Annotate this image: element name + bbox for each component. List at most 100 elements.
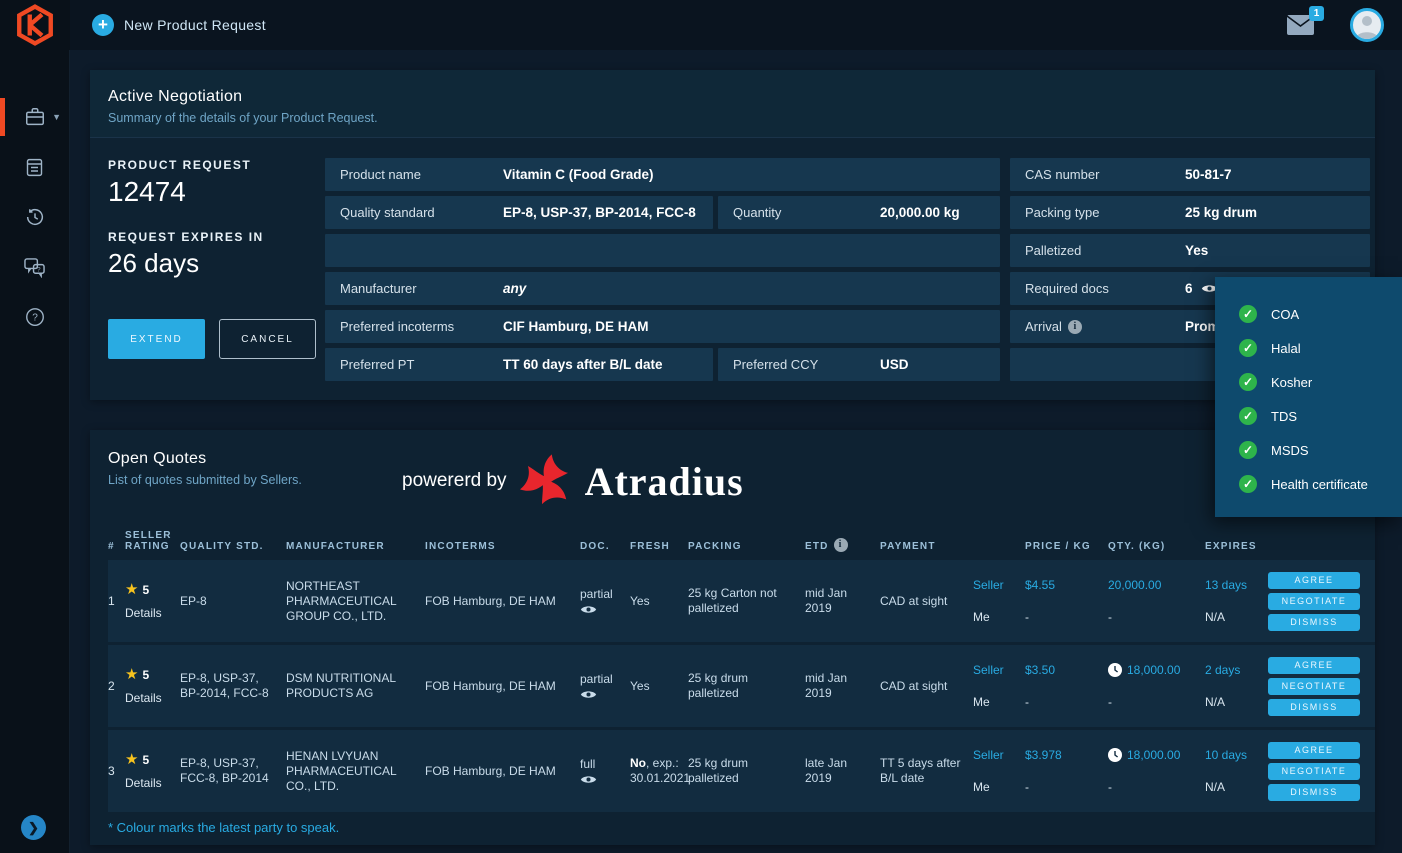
- sidebar-item-orders[interactable]: [0, 142, 69, 192]
- clock-icon: [1108, 663, 1122, 677]
- field-preferred-pt: Preferred PT TT 60 days after B/L date: [325, 348, 713, 381]
- kemiex-hexagon-k-icon: [17, 4, 53, 46]
- field-empty-row: [325, 234, 1000, 267]
- details-link[interactable]: Details: [125, 776, 172, 791]
- seller-rating: ★ 5: [125, 666, 172, 685]
- field-manufacturer: Manufacturer any: [325, 272, 1000, 305]
- quotes-table-header: # SELLER RATING QUALITY STD. MANUFACTURE…: [108, 530, 1375, 560]
- dismiss-button[interactable]: DISMISS: [1268, 783, 1360, 801]
- quote-row: 2 ★ 5 Details EP-8, USP-37, BP-2014, FCC…: [108, 645, 1375, 727]
- col-manufacturer: MANUFACTURER: [286, 541, 385, 552]
- main-content: Active Negotiation Summary of the detail…: [70, 50, 1402, 853]
- rating-value: 5: [142, 668, 150, 682]
- col-seller-rating: SELLER RATING: [125, 530, 172, 552]
- messages-button[interactable]: 1: [1287, 6, 1324, 35]
- field-value: 50-81-7: [1185, 167, 1232, 182]
- incoterms: FOB Hamburg, DE HAM: [425, 678, 556, 693]
- field-value: EP-8, USP-37, BP-2014, FCC-8: [503, 205, 696, 220]
- sidebar-item-help[interactable]: ?: [0, 292, 69, 342]
- seller-price: $4.55: [1025, 577, 1056, 592]
- col-expires: EXPIRES: [1205, 541, 1257, 552]
- user-avatar[interactable]: [1350, 8, 1384, 42]
- fresh-bold: No: [630, 756, 646, 770]
- extend-button[interactable]: EXTEND: [108, 319, 205, 359]
- cancel-button[interactable]: CANCEL: [219, 319, 316, 359]
- quote-row: 1 ★ 5 Details EP-8 NORTHEAST PHARMACEUTI…: [108, 560, 1375, 642]
- field-palletized: Palletized Yes: [1010, 234, 1370, 267]
- doc-item: ✓ Kosher: [1239, 365, 1402, 399]
- sidebar-item-history[interactable]: [0, 192, 69, 242]
- person-icon: [1356, 16, 1378, 39]
- me-qty: -: [1108, 779, 1112, 794]
- negotiate-button[interactable]: NEGOTIATE: [1268, 592, 1360, 610]
- new-product-request-button[interactable]: + New Product Request: [92, 14, 266, 36]
- eye-icon[interactable]: [580, 604, 597, 615]
- me-expires: N/A: [1205, 694, 1226, 709]
- expires-label: REQUEST EXPIRES IN: [108, 230, 264, 244]
- agree-button[interactable]: AGREE: [1268, 741, 1360, 759]
- payment: CAD at sight: [880, 678, 948, 693]
- seller-expires: 2 days: [1205, 662, 1241, 677]
- atradius-logo-icon: [519, 454, 568, 505]
- powered-by-label: powererd by: [402, 470, 507, 491]
- sidebar-item-chat[interactable]: ?: [0, 242, 69, 292]
- star-icon: ★: [125, 666, 139, 684]
- agree-button[interactable]: AGREE: [1268, 656, 1360, 674]
- doc-item: ✓ TDS: [1239, 399, 1402, 433]
- open-quotes-card: Open Quotes List of quotes submitted by …: [90, 430, 1375, 845]
- col-etd-label: ETD: [805, 541, 829, 552]
- agree-button[interactable]: AGREE: [1268, 571, 1360, 589]
- row-number: 3: [108, 763, 115, 778]
- doc-item: ✓ COA: [1239, 297, 1402, 331]
- atradius-wordmark: Atradius: [584, 458, 744, 504]
- dismiss-button[interactable]: DISMISS: [1268, 613, 1360, 631]
- mail-badge: 1: [1309, 6, 1324, 21]
- dismiss-button[interactable]: DISMISS: [1268, 698, 1360, 716]
- field-preferred-ccy: Preferred CCY USD: [718, 348, 1000, 381]
- sidebar-item-trading[interactable]: ▼: [0, 92, 69, 142]
- negotiate-button[interactable]: NEGOTIATE: [1268, 677, 1360, 695]
- powered-by: powererd by Atradius: [402, 452, 744, 510]
- sidebar-expand-button[interactable]: ❯: [21, 815, 46, 840]
- eye-icon[interactable]: [580, 774, 597, 785]
- check-icon: ✓: [1239, 373, 1257, 391]
- me-expires: N/A: [1205, 609, 1226, 624]
- field-product-name: Product name Vitamin C (Food Grade): [325, 158, 1000, 191]
- quality-std: EP-8, USP-37, FCC-8, BP-2014: [180, 756, 269, 785]
- me-price: -: [1025, 694, 1029, 709]
- etd: late Jan 2019: [805, 756, 848, 785]
- field-value: 25 kg drum: [1185, 205, 1258, 220]
- details-link[interactable]: Details: [125, 691, 172, 706]
- me-label: Me: [973, 609, 990, 624]
- negotiate-button[interactable]: NEGOTIATE: [1268, 762, 1360, 780]
- check-icon: ✓: [1239, 305, 1257, 323]
- details-link[interactable]: Details: [125, 606, 172, 621]
- new-product-request-label: New Product Request: [124, 17, 266, 33]
- field-cas-number: CAS number 50-81-7: [1010, 158, 1370, 191]
- topbar-right: 1: [1287, 6, 1402, 42]
- field-label: CAS number: [1025, 167, 1100, 182]
- eye-icon[interactable]: [580, 689, 597, 700]
- negotiation-header: Active Negotiation Summary of the detail…: [90, 70, 1375, 138]
- check-icon: ✓: [1239, 475, 1257, 493]
- doc-name: COA: [1271, 306, 1300, 322]
- manufacturer: NORTHEAST PHARMACEUTICAL GROUP CO., LTD.: [286, 578, 397, 623]
- info-icon[interactable]: i: [833, 538, 848, 552]
- seller-rating: ★ 5: [125, 751, 172, 770]
- sidebar: ▼ ? ? ❯: [0, 50, 70, 853]
- brand-logo[interactable]: [0, 0, 70, 50]
- field-quality-standard: Quality standard EP-8, USP-37, BP-2014, …: [325, 196, 713, 229]
- field-packing-type: Packing type 25 kg drum: [1010, 196, 1370, 229]
- field-label: Preferred incoterms: [340, 319, 455, 334]
- fresh: Yes: [630, 594, 688, 609]
- col-qty: QTY. (KG): [1108, 541, 1166, 552]
- page-title: Active Negotiation: [108, 88, 243, 105]
- field-quantity: Quantity 20,000.00 kg: [718, 196, 1000, 229]
- quotes-table: # SELLER RATING QUALITY STD. MANUFACTURE…: [90, 530, 1375, 812]
- info-icon[interactable]: i: [1067, 319, 1082, 334]
- field-value: Yes: [1185, 243, 1209, 258]
- field-value: any: [503, 281, 527, 296]
- doc-item: ✓ Health certificate: [1239, 467, 1402, 501]
- help-circle-icon: ?: [25, 308, 44, 326]
- me-qty: -: [1108, 694, 1112, 709]
